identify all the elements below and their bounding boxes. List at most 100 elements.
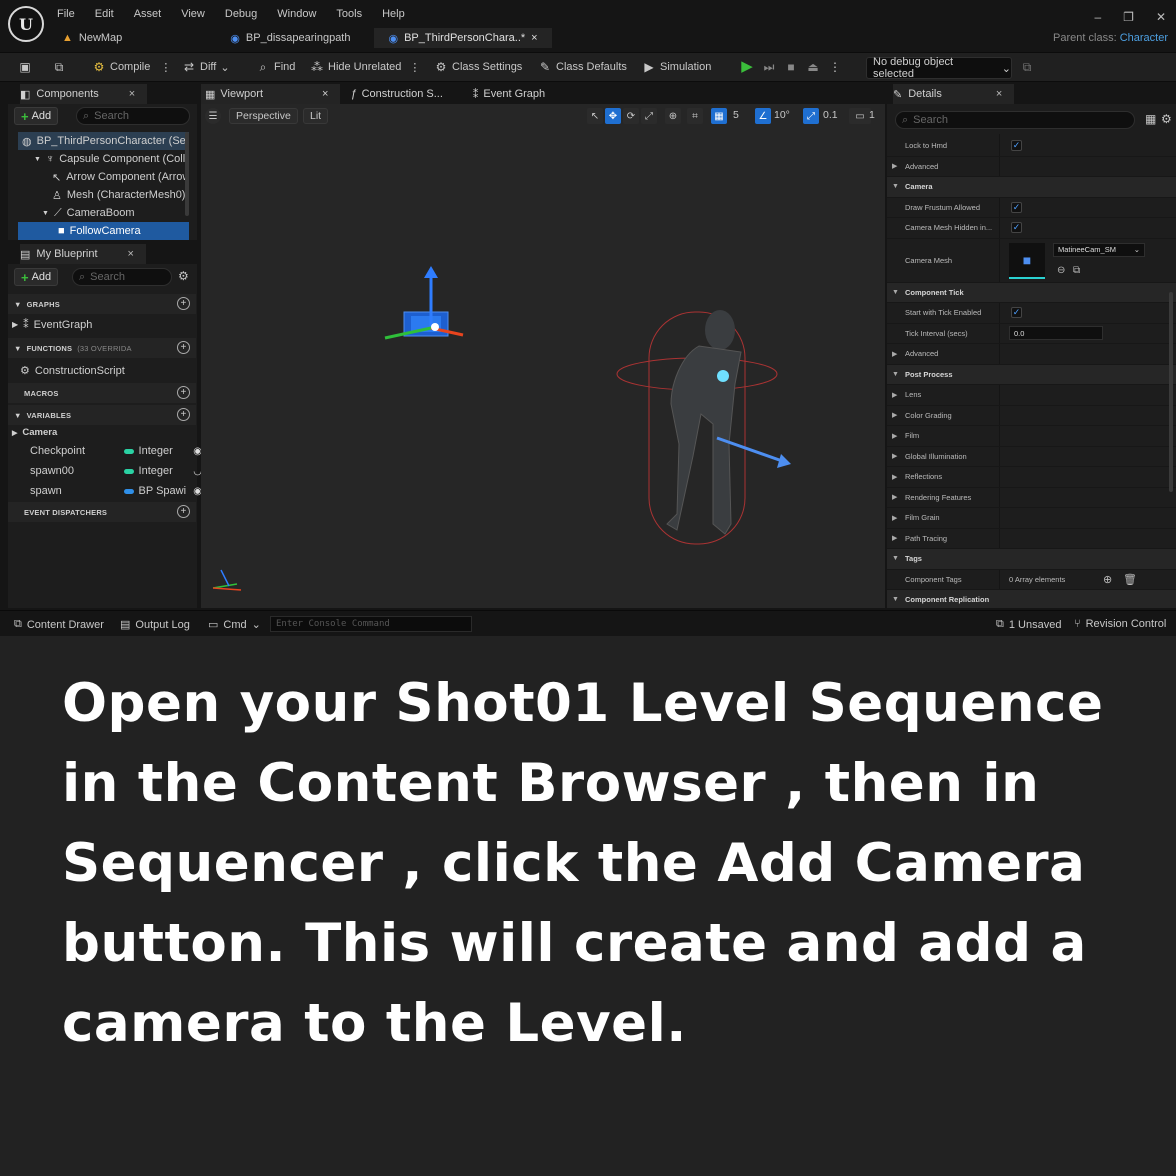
viewport-panel[interactable]: ▦ Viewport × ƒ Construction S... ⁑ Event Gra… xyxy=(201,84,885,608)
doc-tab-2[interactable]: ◉ BP_ThirdPersonChara..* × xyxy=(374,28,552,48)
macros-category[interactable]: MACROS + xyxy=(8,383,196,403)
details-row-film[interactable]: ▶ Film xyxy=(887,426,1176,447)
trash-icon[interactable]: 🗑 xyxy=(1123,573,1137,586)
hide-options-icon[interactable]: ⋮ xyxy=(409,61,420,74)
menu-file[interactable]: File xyxy=(57,8,75,20)
details-row-component-tick[interactable]: ▼ Component Tick xyxy=(887,282,1176,303)
use-selected-icon[interactable]: ⊖ xyxy=(1057,265,1065,276)
parent-class-link[interactable]: Character xyxy=(1120,32,1168,44)
find-button[interactable]: ⌕ Find xyxy=(256,60,296,74)
details-row-component-replication[interactable]: ▼ Component Replication xyxy=(887,590,1176,608)
menu-window[interactable]: Window xyxy=(277,8,316,20)
browse-asset-icon[interactable]: ⧉ xyxy=(1073,265,1080,276)
details-row-lens[interactable]: ▶ Lens xyxy=(887,385,1176,406)
details-row-camera[interactable]: ▼ Camera xyxy=(887,177,1176,198)
details-row-global-illumination[interactable]: ▶ Global Illumination xyxy=(887,447,1176,467)
add-macro-icon[interactable]: + xyxy=(177,386,190,399)
close-icon[interactable]: × xyxy=(128,248,134,260)
components-search-input[interactable]: ⌕ Search xyxy=(76,107,190,125)
camera-variable-group[interactable]: ▶ Camera xyxy=(12,427,57,438)
minimize-icon[interactable]: – xyxy=(1094,10,1101,24)
details-row-component-tags[interactable]: Component Tags 0 Array elements ⊕ 🗑 xyxy=(887,570,1176,590)
checkbox-checked[interactable]: ✓ xyxy=(1011,201,1022,213)
menu-tools[interactable]: Tools xyxy=(336,8,362,20)
content-drawer-button[interactable]: ⧉ Content Drawer xyxy=(14,618,104,631)
graphs-category[interactable]: ▼ GRAPHS + xyxy=(8,294,196,314)
details-settings-icon[interactable]: ⚙ xyxy=(1161,112,1172,126)
browse-button[interactable]: ⧉ xyxy=(52,60,66,74)
class-settings-button[interactable]: ⚙ Class Settings xyxy=(434,60,523,74)
close-icon[interactable]: × xyxy=(996,88,1002,100)
component-item-5[interactable]: ■ FollowCamera xyxy=(18,222,189,240)
play-icon[interactable]: ▶ xyxy=(740,59,754,74)
event-dispatchers-category[interactable]: EVENT DISPATCHERS + xyxy=(8,502,196,522)
details-row-reflections[interactable]: ▶ Reflections xyxy=(887,467,1176,488)
eject-icon[interactable]: ⏏ xyxy=(806,60,820,74)
functions-category[interactable]: ▼ FUNCTIONS (33 OVERRIDA + xyxy=(8,338,196,358)
component-item-4[interactable]: ▼ ⟋ CameraBoom xyxy=(18,204,189,222)
component-item-3[interactable]: ♙ Mesh (CharacterMesh0) xyxy=(18,186,189,204)
revision-control-button[interactable]: ⑂ Revision Control xyxy=(1074,618,1166,630)
close-icon[interactable]: × xyxy=(531,32,537,44)
add-variable-icon[interactable]: + xyxy=(177,408,190,421)
save-button[interactable]: ▣ xyxy=(18,60,32,74)
compile-options-icon[interactable]: ⋮ xyxy=(160,61,171,74)
hide-unrelated-button[interactable]: ⁂ Hide Unrelated ⋮ xyxy=(310,60,420,74)
compile-button[interactable]: ⚙ Compile ⋮ xyxy=(92,60,172,74)
component-item-2[interactable]: ↖ Arrow Component (Arrow) xyxy=(18,168,189,186)
add-component-button[interactable]: + Add xyxy=(14,107,59,125)
class-defaults-button[interactable]: ✎ Class Defaults xyxy=(538,60,627,74)
character-mesh[interactable] xyxy=(616,310,791,545)
property-matrix-icon[interactable]: ▦ xyxy=(1145,112,1156,126)
doc-tab-0[interactable]: ▲ NewMap xyxy=(48,28,136,48)
details-row-color-grading[interactable]: ▶ Color Grading xyxy=(887,406,1176,426)
details-scrollbar[interactable] xyxy=(1169,292,1173,492)
add-blueprint-item-button[interactable]: + Add xyxy=(14,268,59,286)
details-row-advanced[interactable]: ▶ Advanced xyxy=(887,157,1176,177)
components-scrollbar[interactable] xyxy=(185,132,189,216)
details-row-camera-mesh[interactable]: Camera Mesh ■ MatineeCam_SM ⌄ ⊖ ⧉ xyxy=(887,239,1176,283)
details-row-tags[interactable]: ▼ Tags xyxy=(887,549,1176,570)
details-row-post-process[interactable]: ▼ Post Process xyxy=(887,364,1176,385)
menu-help[interactable]: Help xyxy=(382,8,405,20)
doc-tab-1[interactable]: ◉ BP_dissapearingpath xyxy=(216,28,364,48)
variables-category[interactable]: ▼ VARIABLES + xyxy=(8,405,196,425)
diff-button[interactable]: ⇄ Diff ⌄ xyxy=(182,60,230,74)
close-icon[interactable]: ✕ xyxy=(1156,10,1166,24)
restore-icon[interactable]: ❐ xyxy=(1123,10,1134,24)
play-options-icon[interactable]: ⋮ xyxy=(828,60,842,74)
menu-debug[interactable]: Debug xyxy=(225,8,257,20)
component-item-1[interactable]: ▼ ♆ Capsule Component (Collisi xyxy=(18,150,189,168)
gear-icon[interactable]: ⚙ xyxy=(178,269,189,283)
details-row-path-tracing[interactable]: ▶ Path Tracing xyxy=(887,529,1176,549)
camera-gizmo[interactable] xyxy=(384,266,464,340)
console-input[interactable]: Enter Console Command xyxy=(270,616,472,632)
checkbox-checked[interactable]: ✓ xyxy=(1011,140,1022,152)
add-element-icon[interactable]: ⊕ xyxy=(1103,573,1112,586)
close-icon[interactable]: × xyxy=(129,88,135,100)
variable-row[interactable]: Checkpoint Integer ◉ xyxy=(30,442,202,460)
menu-edit[interactable]: Edit xyxy=(95,8,114,20)
component-item-0[interactable]: ◍ BP_ThirdPersonCharacter (Sel xyxy=(18,132,189,150)
unreal-logo-icon[interactable]: U xyxy=(8,6,44,42)
checkbox-checked[interactable]: ✓ xyxy=(1011,307,1022,319)
simulation-button[interactable]: ▶ Simulation xyxy=(642,60,711,74)
add-dispatcher-icon[interactable]: + xyxy=(177,505,190,518)
cmd-button[interactable]: ▭ Cmd ⌄ xyxy=(208,618,261,632)
debug-object-select[interactable]: No debug object selected ⌄ xyxy=(866,56,1012,80)
unsaved-button[interactable]: ⧉ 1 Unsaved xyxy=(996,618,1061,631)
camera-mesh-select[interactable]: MatineeCam_SM ⌄ xyxy=(1053,242,1145,257)
details-row-film-grain[interactable]: ▶ Film Grain xyxy=(887,508,1176,529)
details-search-input[interactable]: ⌕ Search xyxy=(895,111,1135,129)
step-icon[interactable]: ⏭ xyxy=(762,60,776,74)
event-graph-item[interactable]: ▶ ⁑ EventGraph xyxy=(12,318,92,332)
menu-view[interactable]: View xyxy=(181,8,205,20)
construction-script-item[interactable]: ⚙ ConstructionScript xyxy=(20,364,125,378)
tick-interval-field[interactable]: 0.0 xyxy=(1009,326,1103,341)
menu-asset[interactable]: Asset xyxy=(134,8,162,20)
variable-row[interactable]: spawn00 Integer ◡ xyxy=(30,462,202,480)
details-row-advanced[interactable]: ▶ Advanced xyxy=(887,344,1176,365)
variable-row[interactable]: spawn BP Spawi ◉ xyxy=(30,482,202,500)
stop-icon[interactable]: ■ xyxy=(784,60,798,74)
output-log-button[interactable]: ▤ Output Log xyxy=(120,618,190,632)
